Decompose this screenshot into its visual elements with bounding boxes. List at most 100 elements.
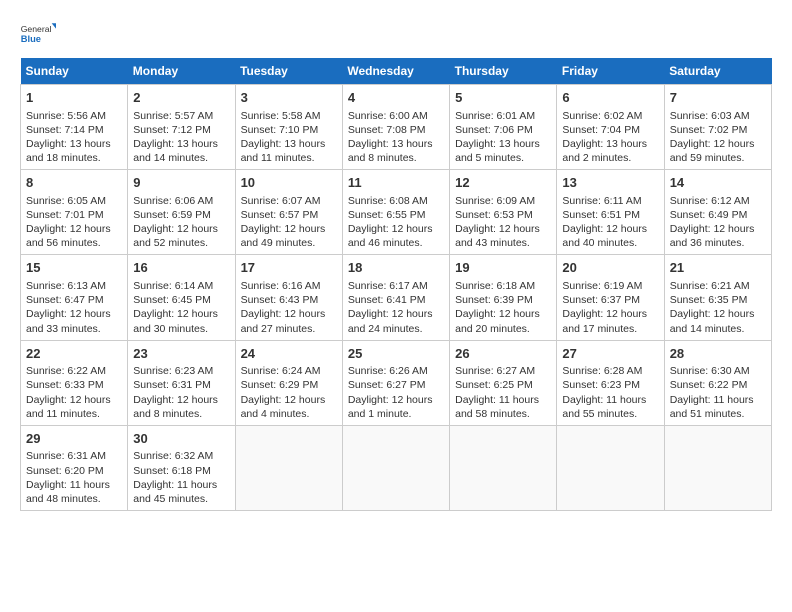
- day-info: Sunset: 6:57 PM: [241, 208, 337, 222]
- day-number: 14: [670, 174, 766, 192]
- day-info: Sunrise: 5:58 AM: [241, 109, 337, 123]
- day-info: Sunrise: 6:23 AM: [133, 364, 229, 378]
- day-info: Sunset: 7:02 PM: [670, 123, 766, 137]
- day-info: Sunrise: 5:57 AM: [133, 109, 229, 123]
- day-number: 24: [241, 345, 337, 363]
- day-info: Sunset: 6:53 PM: [455, 208, 551, 222]
- day-info: and 11 minutes.: [241, 151, 337, 165]
- day-info: Sunrise: 6:26 AM: [348, 364, 444, 378]
- day-info: Sunset: 6:45 PM: [133, 293, 229, 307]
- calendar-cell: 28Sunrise: 6:30 AMSunset: 6:22 PMDayligh…: [664, 340, 771, 425]
- week-row-4: 22Sunrise: 6:22 AMSunset: 6:33 PMDayligh…: [21, 340, 772, 425]
- day-info: Sunset: 7:12 PM: [133, 123, 229, 137]
- day-info: Sunrise: 6:00 AM: [348, 109, 444, 123]
- day-info: Daylight: 12 hours: [670, 307, 766, 321]
- day-info: Sunrise: 6:03 AM: [670, 109, 766, 123]
- day-number: 15: [26, 259, 122, 277]
- day-info: Sunrise: 6:13 AM: [26, 279, 122, 293]
- day-info: and 1 minute.: [348, 407, 444, 421]
- day-info: and 36 minutes.: [670, 236, 766, 250]
- day-info: and 14 minutes.: [670, 322, 766, 336]
- day-info: Daylight: 12 hours: [348, 222, 444, 236]
- day-info: Sunrise: 6:31 AM: [26, 449, 122, 463]
- column-header-monday: Monday: [128, 58, 235, 85]
- week-row-1: 1Sunrise: 5:56 AMSunset: 7:14 PMDaylight…: [21, 85, 772, 170]
- day-number: 18: [348, 259, 444, 277]
- day-info: Daylight: 12 hours: [348, 307, 444, 321]
- day-number: 5: [455, 89, 551, 107]
- day-info: Daylight: 13 hours: [455, 137, 551, 151]
- day-info: Sunset: 6:18 PM: [133, 464, 229, 478]
- day-info: and 8 minutes.: [133, 407, 229, 421]
- day-info: Sunrise: 6:32 AM: [133, 449, 229, 463]
- day-info: Sunset: 6:20 PM: [26, 464, 122, 478]
- day-info: and 20 minutes.: [455, 322, 551, 336]
- calendar-cell: 3Sunrise: 5:58 AMSunset: 7:10 PMDaylight…: [235, 85, 342, 170]
- day-info: Daylight: 12 hours: [455, 222, 551, 236]
- day-info: Sunset: 6:37 PM: [562, 293, 658, 307]
- day-info: and 46 minutes.: [348, 236, 444, 250]
- calendar-cell: 27Sunrise: 6:28 AMSunset: 6:23 PMDayligh…: [557, 340, 664, 425]
- day-number: 12: [455, 174, 551, 192]
- calendar-cell: 29Sunrise: 6:31 AMSunset: 6:20 PMDayligh…: [21, 425, 128, 510]
- calendar-cell: 24Sunrise: 6:24 AMSunset: 6:29 PMDayligh…: [235, 340, 342, 425]
- calendar-cell: 23Sunrise: 6:23 AMSunset: 6:31 PMDayligh…: [128, 340, 235, 425]
- day-info: and 43 minutes.: [455, 236, 551, 250]
- day-number: 16: [133, 259, 229, 277]
- calendar-cell: 12Sunrise: 6:09 AMSunset: 6:53 PMDayligh…: [450, 170, 557, 255]
- calendar-cell: 2Sunrise: 5:57 AMSunset: 7:12 PMDaylight…: [128, 85, 235, 170]
- day-info: Sunset: 7:14 PM: [26, 123, 122, 137]
- day-info: and 2 minutes.: [562, 151, 658, 165]
- day-info: Sunrise: 6:21 AM: [670, 279, 766, 293]
- day-number: 20: [562, 259, 658, 277]
- day-info: Sunrise: 6:19 AM: [562, 279, 658, 293]
- day-info: Sunset: 6:33 PM: [26, 378, 122, 392]
- day-info: Sunset: 6:55 PM: [348, 208, 444, 222]
- day-info: Sunset: 6:51 PM: [562, 208, 658, 222]
- day-info: and 33 minutes.: [26, 322, 122, 336]
- day-info: Daylight: 12 hours: [133, 307, 229, 321]
- day-info: Daylight: 11 hours: [133, 478, 229, 492]
- day-info: Sunrise: 6:05 AM: [26, 194, 122, 208]
- day-number: 27: [562, 345, 658, 363]
- header: General Blue: [20, 20, 772, 48]
- day-number: 3: [241, 89, 337, 107]
- day-info: Daylight: 13 hours: [562, 137, 658, 151]
- calendar-cell: 7Sunrise: 6:03 AMSunset: 7:02 PMDaylight…: [664, 85, 771, 170]
- day-info: and 59 minutes.: [670, 151, 766, 165]
- day-info: Daylight: 12 hours: [562, 307, 658, 321]
- day-info: and 4 minutes.: [241, 407, 337, 421]
- day-info: Sunrise: 6:14 AM: [133, 279, 229, 293]
- day-number: 26: [455, 345, 551, 363]
- day-info: Sunrise: 6:27 AM: [455, 364, 551, 378]
- day-info: Sunset: 6:39 PM: [455, 293, 551, 307]
- day-info: Daylight: 12 hours: [670, 222, 766, 236]
- day-info: Daylight: 11 hours: [670, 393, 766, 407]
- day-number: 28: [670, 345, 766, 363]
- day-info: Sunrise: 6:01 AM: [455, 109, 551, 123]
- day-info: Daylight: 11 hours: [562, 393, 658, 407]
- day-info: Sunrise: 6:18 AM: [455, 279, 551, 293]
- calendar-table: SundayMondayTuesdayWednesdayThursdayFrid…: [20, 58, 772, 511]
- day-info: Daylight: 12 hours: [133, 393, 229, 407]
- day-info: Daylight: 13 hours: [241, 137, 337, 151]
- calendar-cell: [235, 425, 342, 510]
- calendar-cell: 30Sunrise: 6:32 AMSunset: 6:18 PMDayligh…: [128, 425, 235, 510]
- day-info: Daylight: 11 hours: [455, 393, 551, 407]
- column-header-tuesday: Tuesday: [235, 58, 342, 85]
- day-info: and 55 minutes.: [562, 407, 658, 421]
- day-info: and 49 minutes.: [241, 236, 337, 250]
- day-info: Sunset: 6:27 PM: [348, 378, 444, 392]
- day-info: Sunset: 6:23 PM: [562, 378, 658, 392]
- calendar-cell: 17Sunrise: 6:16 AMSunset: 6:43 PMDayligh…: [235, 255, 342, 340]
- day-info: Sunset: 6:25 PM: [455, 378, 551, 392]
- calendar-cell: 22Sunrise: 6:22 AMSunset: 6:33 PMDayligh…: [21, 340, 128, 425]
- day-info: Sunset: 6:49 PM: [670, 208, 766, 222]
- day-info: and 14 minutes.: [133, 151, 229, 165]
- calendar-cell: [557, 425, 664, 510]
- day-info: Sunrise: 6:30 AM: [670, 364, 766, 378]
- calendar-cell: 8Sunrise: 6:05 AMSunset: 7:01 PMDaylight…: [21, 170, 128, 255]
- day-info: and 48 minutes.: [26, 492, 122, 506]
- day-info: Daylight: 12 hours: [241, 393, 337, 407]
- calendar-cell: [342, 425, 449, 510]
